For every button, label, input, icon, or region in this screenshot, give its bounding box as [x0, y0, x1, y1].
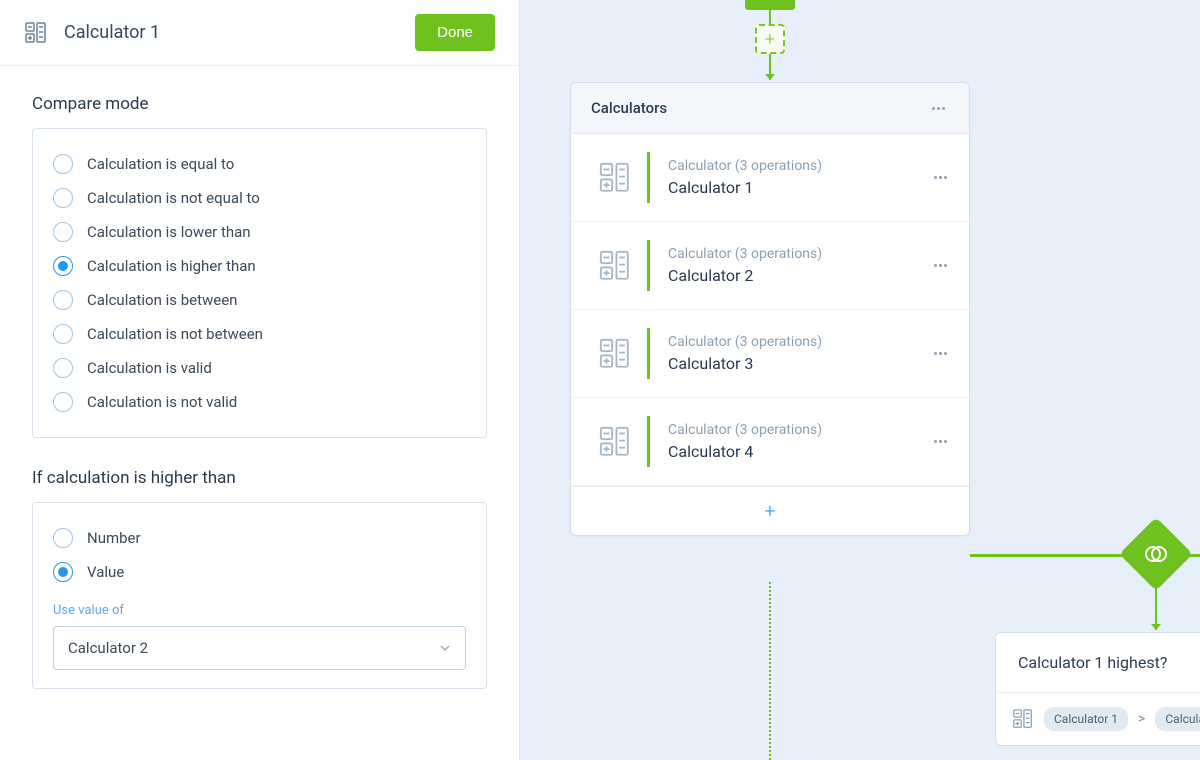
- flow-connector: [769, 10, 771, 24]
- calculator-subtitle: Calculator (3 operations): [668, 334, 930, 350]
- arrowhead-icon: [1151, 624, 1161, 630]
- calculator-icon: [598, 337, 632, 371]
- more-options-button[interactable]: [928, 103, 949, 114]
- value-type-label: Number: [87, 529, 141, 547]
- chevron-down-icon: [439, 642, 451, 654]
- radio-circle-icon: [53, 562, 73, 582]
- calculator-icon: [598, 161, 632, 195]
- compare-option-label: Calculation is valid: [87, 359, 212, 377]
- item-more-options-button[interactable]: [930, 348, 951, 359]
- value-type-option[interactable]: Number: [53, 521, 466, 555]
- calculator-name: Calculator 1: [668, 178, 930, 197]
- radio-circle-icon: [53, 154, 73, 174]
- plus-icon: +: [764, 499, 775, 523]
- done-button[interactable]: Done: [415, 14, 495, 51]
- venn-icon: [1142, 540, 1170, 568]
- compare-option-label: Calculation is not equal to: [87, 189, 260, 207]
- compare-mode-group: Calculation is equal to Calculation is n…: [32, 128, 487, 438]
- compare-option-label: Calculation is not between: [87, 325, 263, 343]
- calculator-icon: [24, 21, 48, 45]
- calculator-item[interactable]: Calculator (3 operations) Calculator 2: [571, 222, 969, 310]
- compare-option-label: Calculation is not valid: [87, 393, 237, 411]
- calculator-subtitle: Calculator (3 operations): [668, 422, 930, 438]
- value-type-label: Value: [87, 563, 124, 581]
- compare-option[interactable]: Calculation is not valid: [53, 385, 466, 419]
- condition-card-title: Calculator 1 highest?: [996, 633, 1200, 693]
- compare-option-label: Calculation is between: [87, 291, 237, 309]
- use-value-of-label: Use value of: [53, 603, 466, 618]
- radio-circle-icon: [53, 256, 73, 276]
- value-select-text: Calculator 2: [68, 639, 148, 657]
- panel-title: Calculator 1: [64, 22, 160, 43]
- condition-group: Number Value Use value of Calculator 2: [32, 502, 487, 689]
- accent-bar: [647, 328, 650, 379]
- compare-option-label: Calculation is lower than: [87, 223, 251, 241]
- accent-bar: [647, 240, 650, 291]
- compare-mode-heading: Compare mode: [32, 94, 487, 114]
- radio-circle-icon: [53, 188, 73, 208]
- compare-option[interactable]: Calculation is equal to: [53, 147, 466, 181]
- condition-operator: >: [1138, 711, 1145, 727]
- prev-node-stub: [745, 0, 795, 10]
- condition-heading: If calculation is higher than: [32, 468, 487, 488]
- accent-bar: [647, 416, 650, 467]
- radio-circle-icon: [53, 528, 73, 548]
- calculator-item[interactable]: Calculator (3 operations) Calculator 1: [571, 134, 969, 222]
- calculators-node[interactable]: Calculators Calculator (3 operations) Ca…: [570, 82, 970, 536]
- calculator-name: Calculator 2: [668, 266, 930, 285]
- add-node-button[interactable]: +: [755, 24, 785, 54]
- radio-circle-icon: [53, 222, 73, 242]
- arrowhead-icon: [765, 74, 775, 80]
- condition-node[interactable]: Calculator 1 highest? Calculator 1 > Cal…: [995, 632, 1200, 746]
- flow-canvas[interactable]: + Calculators Calculator (3 operations): [520, 0, 1200, 760]
- condition-right-tag: Calculator 2: [1155, 707, 1200, 731]
- calculator-subtitle: Calculator (3 operations): [668, 246, 930, 262]
- radio-circle-icon: [53, 358, 73, 378]
- calculator-icon: [1012, 708, 1034, 730]
- compare-option[interactable]: Calculation is not between: [53, 317, 466, 351]
- calculators-node-header: Calculators: [571, 83, 969, 134]
- calculator-name: Calculator 3: [668, 354, 930, 373]
- calculator-icon: [598, 249, 632, 283]
- condition-node-icon[interactable]: [1119, 517, 1193, 591]
- compare-option[interactable]: Calculation is higher than: [53, 249, 466, 283]
- compare-option[interactable]: Calculation is not equal to: [53, 181, 466, 215]
- flow-connector-dashed: [769, 582, 771, 760]
- radio-circle-icon: [53, 392, 73, 412]
- calculator-item[interactable]: Calculator (3 operations) Calculator 4: [571, 398, 969, 486]
- calculator-subtitle: Calculator (3 operations): [668, 158, 930, 174]
- calculator-name: Calculator 4: [668, 442, 930, 461]
- radio-circle-icon: [53, 290, 73, 310]
- compare-option[interactable]: Calculation is lower than: [53, 215, 466, 249]
- radio-circle-icon: [53, 324, 73, 344]
- calculator-icon: [598, 425, 632, 459]
- condition-left-tag: Calculator 1: [1044, 707, 1128, 731]
- accent-bar: [647, 152, 650, 203]
- settings-panel: Calculator 1 Done Compare mode Calculati…: [0, 0, 520, 760]
- item-more-options-button[interactable]: [930, 260, 951, 271]
- value-type-option[interactable]: Value: [53, 555, 466, 589]
- calculator-item[interactable]: Calculator (3 operations) Calculator 3: [571, 310, 969, 398]
- item-more-options-button[interactable]: [930, 172, 951, 183]
- plus-icon: +: [765, 29, 775, 50]
- compare-option[interactable]: Calculation is valid: [53, 351, 466, 385]
- add-calculator-button[interactable]: +: [571, 486, 969, 535]
- item-more-options-button[interactable]: [930, 436, 951, 447]
- compare-option-label: Calculation is higher than: [87, 257, 256, 275]
- compare-option[interactable]: Calculation is between: [53, 283, 466, 317]
- value-select[interactable]: Calculator 2: [53, 626, 466, 670]
- compare-option-label: Calculation is equal to: [87, 155, 234, 173]
- panel-header: Calculator 1 Done: [0, 0, 519, 66]
- calculators-node-title: Calculators: [591, 99, 667, 117]
